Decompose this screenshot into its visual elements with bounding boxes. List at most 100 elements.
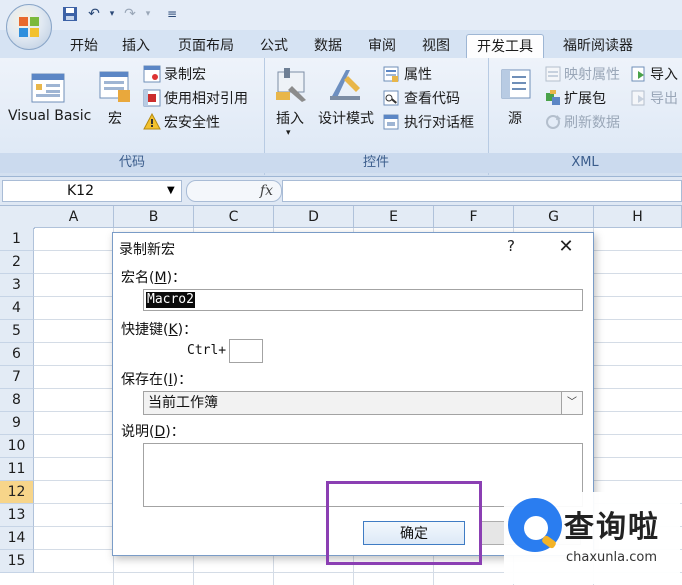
controls-group-label: 控件 xyxy=(264,153,488,173)
map-properties-button[interactable]: 映射属性 xyxy=(564,64,620,84)
row-header[interactable]: 9 xyxy=(0,412,34,435)
row-header[interactable]: 11 xyxy=(0,458,34,481)
chevron-down-icon[interactable]: ﹀ xyxy=(561,392,582,414)
import-icon xyxy=(631,66,645,82)
store-macro-select[interactable]: 当前工作簿 ﹀ xyxy=(143,391,583,415)
row-header[interactable]: 13 xyxy=(0,504,34,527)
row-header[interactable]: 7 xyxy=(0,366,34,389)
undo-icon[interactable]: ↶ xyxy=(84,4,104,24)
row-header[interactable]: 14 xyxy=(0,527,34,550)
code-group: Visual Basic 宏 录制宏 使用相对引用 宏安全性 代码 xyxy=(0,58,265,175)
controls-group: 插入 ▾ 设计模式 属性 查看代码 执行对话框 控件 xyxy=(264,58,489,175)
insert-dropdown-icon[interactable]: ▾ xyxy=(286,128,291,138)
watermark: 查询啦 chaxunla.com xyxy=(504,492,680,584)
column-header[interactable]: A xyxy=(34,206,114,228)
design-mode-button[interactable]: 设计模式 xyxy=(318,108,374,128)
highlight-box xyxy=(326,481,482,565)
save-icon[interactable] xyxy=(60,4,80,24)
tab-data[interactable]: 数据 xyxy=(306,34,350,58)
undo-dropdown-icon[interactable]: ▾ xyxy=(102,4,122,24)
xml-group: 源 映射属性 扩展包 刷新数据 导入 导出 XML xyxy=(488,58,682,175)
tab-review[interactable]: 审阅 xyxy=(360,34,404,58)
xml-group-label: XML xyxy=(488,153,682,173)
shortcut-key-input[interactable] xyxy=(229,339,263,363)
export-icon xyxy=(631,90,645,106)
xml-source-icon xyxy=(501,69,531,99)
office-button[interactable] xyxy=(6,4,52,50)
close-icon[interactable]: ✕ xyxy=(553,235,579,259)
row-header[interactable]: 6 xyxy=(0,343,34,366)
refresh-data-button[interactable]: 刷新数据 xyxy=(564,112,620,132)
tab-foxit-reader[interactable]: 福昕阅读器 xyxy=(552,34,644,58)
tab-view[interactable]: 视图 xyxy=(414,34,458,58)
row-header-active[interactable]: 12 xyxy=(0,481,34,504)
store-macro-label: 保存在(I)： xyxy=(121,372,193,388)
row-header[interactable]: 3 xyxy=(0,274,34,297)
macros-icon xyxy=(99,71,130,102)
row-header[interactable]: 1 xyxy=(0,228,34,251)
expansion-packs-button[interactable]: 扩展包 xyxy=(564,88,606,108)
name-box-dropdown-icon[interactable]: ▼ xyxy=(167,181,175,201)
column-header[interactable]: G xyxy=(514,206,594,228)
column-header[interactable]: H xyxy=(594,206,682,228)
fx-icon: fx xyxy=(259,183,273,199)
record-macro-button[interactable]: 录制宏 xyxy=(164,64,206,84)
properties-button[interactable]: 属性 xyxy=(404,64,432,84)
export-button[interactable]: 导出 xyxy=(650,88,678,108)
row-header[interactable]: 10 xyxy=(0,435,34,458)
help-icon[interactable]: ? xyxy=(501,237,521,257)
insert-controls-button[interactable]: 插入 xyxy=(276,108,304,128)
row-header[interactable]: 8 xyxy=(0,389,34,412)
properties-icon xyxy=(383,66,399,82)
macro-security-button[interactable]: 宏安全性 xyxy=(164,112,220,132)
record-macro-icon xyxy=(143,65,161,83)
relative-references-button[interactable]: 使用相对引用 xyxy=(164,88,248,108)
expansion-packs-icon xyxy=(546,90,560,105)
map-properties-icon xyxy=(545,66,561,82)
column-header[interactable]: E xyxy=(354,206,434,228)
name-box[interactable]: K12 ▼ xyxy=(2,180,182,202)
column-header[interactable]: B xyxy=(114,206,194,228)
insert-controls-icon xyxy=(276,68,306,102)
macro-security-icon xyxy=(143,113,161,130)
dialog-title: 录制新宏 xyxy=(119,242,175,258)
row-header[interactable]: 5 xyxy=(0,320,34,343)
design-mode-icon xyxy=(330,70,360,100)
column-header[interactable]: F xyxy=(434,206,514,228)
name-box-value: K12 xyxy=(67,183,94,199)
ribbon-tabs: 开始 插入 页面布局 公式 数据 审阅 视图 开发工具 福昕阅读器 xyxy=(0,30,682,59)
macro-name-input[interactable]: Macro2 xyxy=(143,289,583,311)
xml-source-button[interactable]: 源 xyxy=(508,108,522,128)
formula-bar: K12 ▼ fx xyxy=(0,177,682,206)
formula-input[interactable] xyxy=(282,180,682,202)
office-logo-icon xyxy=(19,17,39,37)
ribbon: Visual Basic 宏 录制宏 使用相对引用 宏安全性 代码 插入 ▾ 设… xyxy=(0,58,682,177)
redo-icon[interactable]: ↷ xyxy=(120,4,140,24)
row-header[interactable]: 2 xyxy=(0,251,34,274)
visual-basic-button[interactable]: Visual Basic xyxy=(8,108,91,124)
run-dialog-icon xyxy=(383,114,399,130)
view-code-button[interactable]: 查看代码 xyxy=(404,88,460,108)
code-group-label: 代码 xyxy=(0,153,264,173)
row-header[interactable]: 4 xyxy=(0,297,34,320)
tab-home[interactable]: 开始 xyxy=(62,34,106,58)
redo-dropdown-icon[interactable]: ▾ xyxy=(138,4,158,24)
refresh-data-icon xyxy=(546,115,561,129)
select-all-corner[interactable] xyxy=(0,206,35,229)
watermark-url: chaxunla.com xyxy=(566,550,657,565)
column-header[interactable]: C xyxy=(194,206,274,228)
column-header[interactable]: D xyxy=(274,206,354,228)
run-dialog-button[interactable]: 执行对话框 xyxy=(404,112,474,132)
tab-page-layout[interactable]: 页面布局 xyxy=(168,34,244,58)
tab-insert[interactable]: 插入 xyxy=(114,34,158,58)
insert-function-button[interactable]: fx xyxy=(186,180,282,202)
import-button[interactable]: 导入 xyxy=(650,64,678,84)
relative-references-icon xyxy=(143,89,161,107)
shortcut-key-label: 快捷键(K)： xyxy=(121,322,198,338)
customize-qat-icon[interactable]: ≡ xyxy=(162,4,182,24)
macros-button[interactable]: 宏 xyxy=(108,108,122,128)
tab-developer[interactable]: 开发工具 xyxy=(466,34,544,59)
tab-formulas[interactable]: 公式 xyxy=(252,34,296,58)
view-code-icon xyxy=(383,90,399,106)
row-header[interactable]: 15 xyxy=(0,550,34,573)
